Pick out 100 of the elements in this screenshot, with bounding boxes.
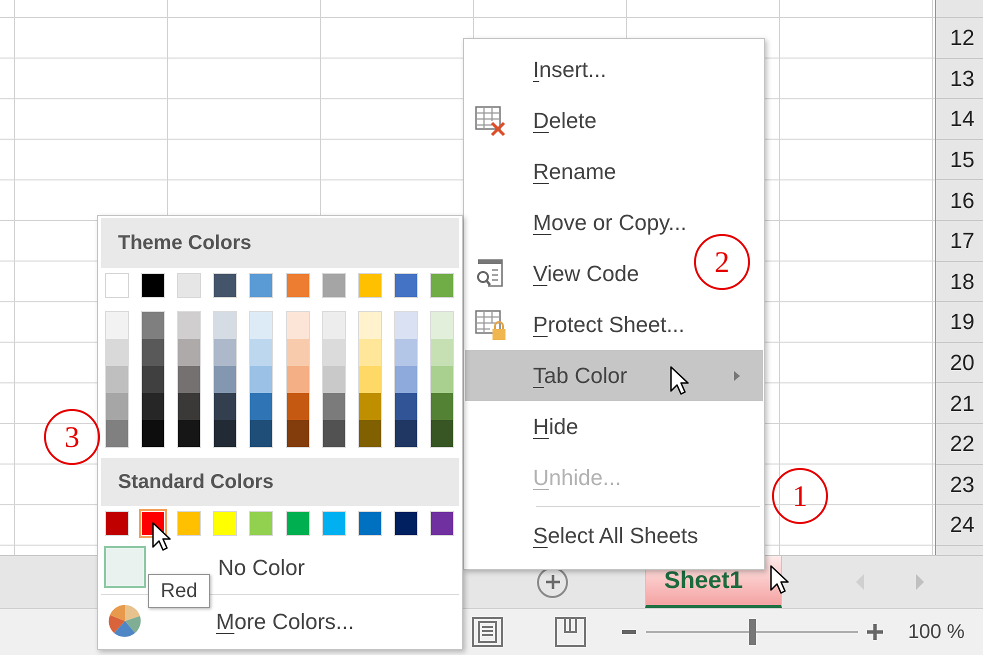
color-swatch[interactable] — [250, 312, 272, 339]
page-layout-button[interactable] — [555, 617, 586, 647]
color-swatch[interactable] — [322, 366, 345, 393]
color-swatch[interactable] — [286, 511, 310, 536]
table-delete-icon — [474, 104, 506, 136]
color-swatch[interactable] — [322, 511, 346, 536]
color-swatch[interactable] — [106, 339, 128, 366]
color-swatch[interactable] — [178, 312, 200, 339]
color-swatch[interactable] — [430, 312, 453, 339]
color-swatch[interactable] — [214, 393, 236, 420]
color-swatch[interactable] — [358, 312, 381, 339]
row-header[interactable]: 22 — [936, 424, 983, 465]
row-header[interactable]: 21 — [936, 383, 983, 424]
cursor-icon — [670, 366, 690, 396]
color-swatch[interactable] — [430, 339, 453, 366]
menu-item[interactable]: Tab Color — [465, 350, 763, 401]
color-swatch[interactable] — [394, 420, 417, 447]
color-swatch[interactable] — [322, 339, 345, 366]
color-swatch[interactable] — [142, 339, 164, 366]
color-swatch[interactable] — [214, 420, 236, 447]
color-swatch[interactable] — [286, 420, 309, 447]
color-swatch[interactable] — [250, 393, 272, 420]
color-swatch[interactable] — [250, 366, 272, 393]
color-swatch[interactable] — [106, 393, 128, 420]
color-swatch[interactable] — [141, 273, 166, 298]
section-header: Theme Colors — [101, 218, 459, 268]
scroll-right-icon — [915, 573, 925, 591]
color-swatch[interactable] — [142, 420, 164, 447]
color-swatch[interactable] — [430, 366, 453, 393]
color-swatch[interactable] — [430, 273, 454, 298]
color-swatch[interactable] — [250, 420, 272, 447]
row-header[interactable]: 24 — [936, 505, 983, 546]
color-swatch[interactable] — [105, 273, 129, 298]
normal-view-button[interactable] — [472, 617, 503, 647]
row-header[interactable]: 13 — [936, 58, 983, 100]
no-color-swatch[interactable] — [104, 546, 146, 588]
color-swatch[interactable] — [178, 420, 200, 447]
color-swatch[interactable] — [286, 273, 310, 298]
more-colors-option[interactable]: More Colors... — [216, 604, 354, 638]
color-swatch[interactable] — [394, 339, 417, 366]
color-swatch[interactable] — [430, 393, 453, 420]
color-swatch[interactable] — [142, 393, 164, 420]
color-swatch[interactable] — [394, 312, 417, 339]
color-swatch[interactable] — [142, 312, 164, 339]
color-swatch[interactable] — [394, 366, 417, 393]
color-swatch[interactable] — [286, 339, 309, 366]
color-swatch[interactable] — [249, 273, 274, 298]
row-header[interactable]: 20 — [936, 342, 983, 384]
color-swatch[interactable] — [214, 366, 236, 393]
color-wheel-icon — [108, 604, 142, 638]
color-swatch[interactable] — [249, 511, 274, 536]
color-swatch[interactable] — [358, 420, 381, 447]
color-swatch[interactable] — [177, 273, 202, 298]
step-marker: 3 — [44, 409, 100, 465]
no-color-option[interactable]: No Color — [218, 550, 305, 584]
color-swatch[interactable] — [213, 273, 238, 298]
color-swatch[interactable] — [358, 273, 382, 298]
row-header[interactable]: 17 — [936, 220, 983, 262]
zoom-slider-thumb[interactable] — [748, 619, 756, 645]
table-lock-icon — [474, 308, 506, 340]
plus-icon — [866, 623, 884, 641]
color-swatch[interactable] — [214, 339, 236, 366]
color-swatch[interactable] — [394, 273, 418, 298]
row-header[interactable]: 16 — [936, 180, 983, 221]
color-swatch[interactable] — [286, 366, 309, 393]
color-swatch[interactable] — [394, 511, 418, 536]
color-swatch[interactable] — [106, 420, 128, 447]
color-swatch[interactable] — [250, 339, 272, 366]
row-header[interactable]: 14 — [936, 99, 983, 140]
color-swatch[interactable] — [358, 366, 381, 393]
color-swatch[interactable] — [358, 339, 381, 366]
row-header[interactable]: 19 — [936, 302, 983, 343]
color-swatch[interactable] — [213, 511, 238, 536]
color-swatch[interactable] — [178, 339, 200, 366]
zoom-in-button[interactable] — [866, 623, 884, 641]
color-swatch[interactable] — [322, 420, 345, 447]
row-header[interactable]: 12 — [936, 18, 983, 59]
section-header: Standard Colors — [101, 458, 459, 506]
color-swatch[interactable] — [178, 393, 200, 420]
color-swatch[interactable] — [358, 393, 381, 420]
color-swatch[interactable] — [286, 393, 309, 420]
normal-view-icon — [472, 617, 503, 647]
color-swatch[interactable] — [214, 312, 236, 339]
row-header[interactable]: 23 — [936, 464, 983, 506]
color-swatch[interactable] — [322, 312, 345, 339]
color-swatch[interactable] — [286, 312, 309, 339]
color-swatch[interactable] — [430, 420, 453, 447]
color-swatch[interactable] — [142, 366, 164, 393]
color-swatch[interactable] — [178, 366, 200, 393]
color-swatch[interactable] — [322, 393, 345, 420]
color-swatch[interactable] — [106, 312, 128, 339]
row-header[interactable]: 15 — [936, 140, 983, 180]
color-swatch[interactable] — [322, 273, 346, 298]
color-swatch[interactable] — [394, 393, 417, 420]
color-swatch[interactable] — [358, 511, 382, 536]
row-header[interactable]: 18 — [936, 262, 983, 302]
color-swatch[interactable] — [177, 511, 202, 536]
color-swatch[interactable] — [106, 366, 128, 393]
color-swatch[interactable] — [430, 511, 454, 536]
color-swatch[interactable] — [105, 511, 129, 536]
